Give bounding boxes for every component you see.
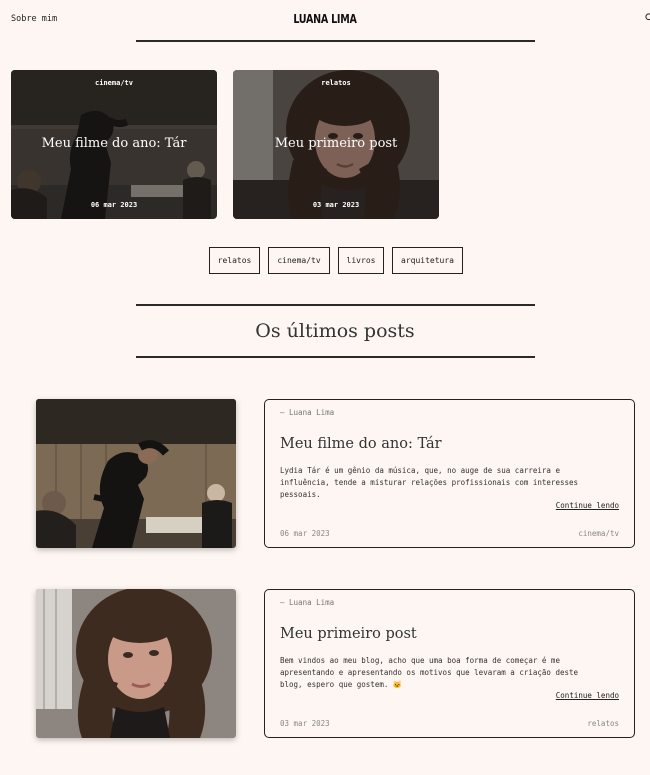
post-excerpt: Bem vindos ao meu blog, acho que uma boa… [280,656,579,689]
search-icon[interactable] [645,13,650,22]
section-divider-bottom [136,356,535,358]
post-date: 03 mar 2023 [280,719,330,728]
post-title[interactable]: Meu primeiro post [280,626,417,642]
featured-title[interactable]: Meu filme do ano: Tár [11,136,217,151]
post-category[interactable]: relatos [587,719,619,728]
featured-date: 03 mar 2023 [312,201,360,209]
post-date: 06 mar 2023 [280,529,330,538]
continue-reading-link[interactable]: Continue lendo [556,691,619,700]
tag-arquitetura[interactable]: arquitetura [392,247,463,274]
section-divider-top [136,304,535,306]
tag-relatos[interactable]: relatos [209,247,260,274]
category-filter: relatos cinema/tv livros arquitetura [0,247,650,277]
post-excerpt: Lydia Tár é um gênio da música, que, no … [280,466,579,499]
continue-reading-link[interactable]: Continue lendo [556,501,619,510]
featured-category[interactable]: relatos [233,79,439,87]
featured-title[interactable]: Meu primeiro post [233,136,439,151]
header-divider [136,40,535,42]
post-thumbnail-tar[interactable] [36,399,236,548]
tag-livros[interactable]: livros [338,247,384,274]
post-thumbnail-primeiro-post[interactable] [36,589,236,738]
featured-date: 06 mar 2023 [90,201,138,209]
post-card: — Luana Lima Meu filme do ano: Tár Lydia… [264,399,635,548]
post-author: — Luana Lima [280,408,335,417]
section-title: Os últimos posts [255,320,415,342]
post-title[interactable]: Meu filme do ano: Tár [280,436,442,452]
post-card: — Luana Lima Meu primeiro post Bem vindo… [264,589,635,738]
featured-category[interactable]: cinema/tv [11,79,217,87]
tag-cinema-tv[interactable]: cinema/tv [268,247,330,274]
featured-card-tar[interactable]: cinema/tv Meu filme do ano: Tár 06 mar 2… [11,70,217,219]
post-category[interactable]: cinema/tv [578,529,619,538]
top-bar: Sobre mim LUANA LIMA [0,0,650,40]
featured-card-primeiro-post[interactable]: relatos Meu primeiro post 03 mar 2023 [233,70,439,219]
site-logo[interactable]: LUANA LIMA [49,11,602,26]
post-author: — Luana Lima [280,598,335,607]
